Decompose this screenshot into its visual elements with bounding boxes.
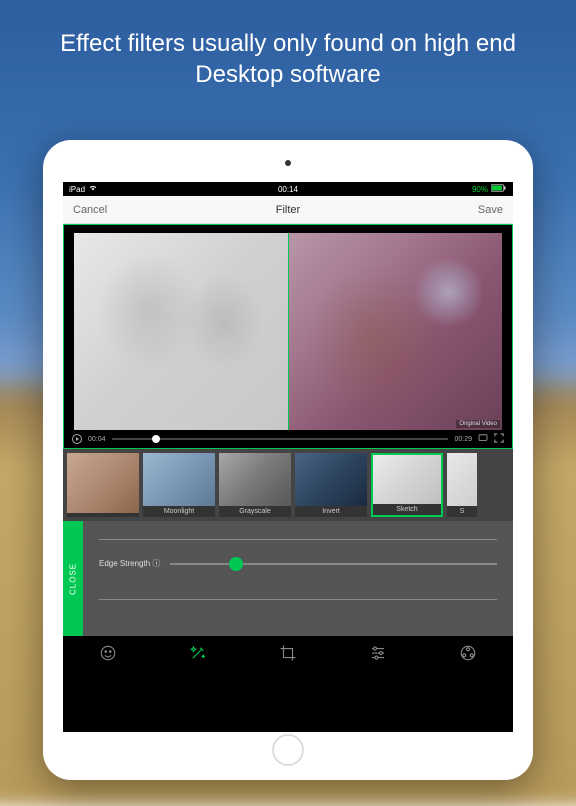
filter-item[interactable]: Moonlight xyxy=(143,453,215,517)
slider-handle[interactable] xyxy=(229,557,243,571)
adjust-body: Edge Strength ⓘ xyxy=(83,521,513,636)
top-bar: Cancel Filter Save xyxy=(63,196,513,224)
edge-strength-slider[interactable] xyxy=(170,563,497,565)
crop-icon[interactable] xyxy=(277,642,299,664)
battery-percent: 90% xyxy=(472,185,488,194)
scrubber-handle[interactable] xyxy=(152,435,160,443)
filter-item[interactable]: Grayscale xyxy=(219,453,291,517)
marketing-headline: Effect filters usually only found on hig… xyxy=(0,28,576,90)
close-panel-button[interactable]: CLOSE xyxy=(63,521,83,636)
slider-row: Edge Strength ⓘ xyxy=(99,558,497,569)
filter-thumb xyxy=(295,453,367,506)
playback-bar: 00:04 00:29 xyxy=(72,432,504,446)
home-button[interactable] xyxy=(272,734,304,766)
filter-label xyxy=(67,513,139,517)
filter-item[interactable] xyxy=(67,453,139,517)
page-title: Filter xyxy=(276,204,300,216)
save-button[interactable]: Save xyxy=(478,204,503,216)
current-time: 00:04 xyxy=(88,436,106,443)
bottom-toolbar xyxy=(63,636,513,670)
filter-label: Invert xyxy=(295,506,367,517)
play-button[interactable] xyxy=(72,434,82,444)
filter-thumb xyxy=(219,453,291,506)
sliders-icon[interactable] xyxy=(367,642,389,664)
filter-thumb xyxy=(447,453,477,506)
timeline-scrubber[interactable] xyxy=(112,438,449,440)
preview-split: Original Video xyxy=(74,233,502,430)
wifi-icon xyxy=(88,184,98,194)
display-icon[interactable] xyxy=(478,434,488,444)
filter-strip[interactable]: Moonlight Grayscale Invert Sketch S xyxy=(63,449,513,521)
cancel-button[interactable]: Cancel xyxy=(73,204,107,216)
filter-thumb xyxy=(143,453,215,506)
filter-thumb xyxy=(373,455,441,504)
status-bar: iPad 00:14 90% xyxy=(63,182,513,196)
clock: 00:14 xyxy=(278,185,298,194)
filter-label: Grayscale xyxy=(219,506,291,517)
battery-icon xyxy=(491,184,507,194)
preview-filtered xyxy=(74,233,288,430)
total-time: 00:29 xyxy=(454,436,472,443)
preview-original: Original Video xyxy=(289,233,503,430)
filter-label: S xyxy=(447,506,477,517)
fullscreen-icon[interactable] xyxy=(494,433,504,445)
original-video-label: Original Video xyxy=(456,420,500,428)
tablet-frame: iPad 00:14 90% Cancel Filter Save xyxy=(43,140,533,780)
effects-icon[interactable] xyxy=(457,642,479,664)
slider-label: Edge Strength ⓘ xyxy=(99,558,160,569)
adjustment-panel: CLOSE Edge Strength ⓘ xyxy=(63,521,513,636)
filter-label: Moonlight xyxy=(143,506,215,517)
filter-item[interactable]: Invert xyxy=(295,453,367,517)
filter-label: Sketch xyxy=(373,504,441,515)
filter-item[interactable]: S xyxy=(447,453,477,517)
face-tool-icon[interactable] xyxy=(97,642,119,664)
screen: iPad 00:14 90% Cancel Filter Save xyxy=(63,182,513,732)
filter-thumb xyxy=(67,453,139,513)
video-preview[interactable]: Original Video 00:04 00:29 xyxy=(63,224,513,449)
camera-dot xyxy=(285,160,291,166)
filter-item-selected[interactable]: Sketch xyxy=(371,453,443,517)
magic-wand-icon[interactable] xyxy=(187,642,209,664)
carrier-label: iPad xyxy=(69,185,85,194)
